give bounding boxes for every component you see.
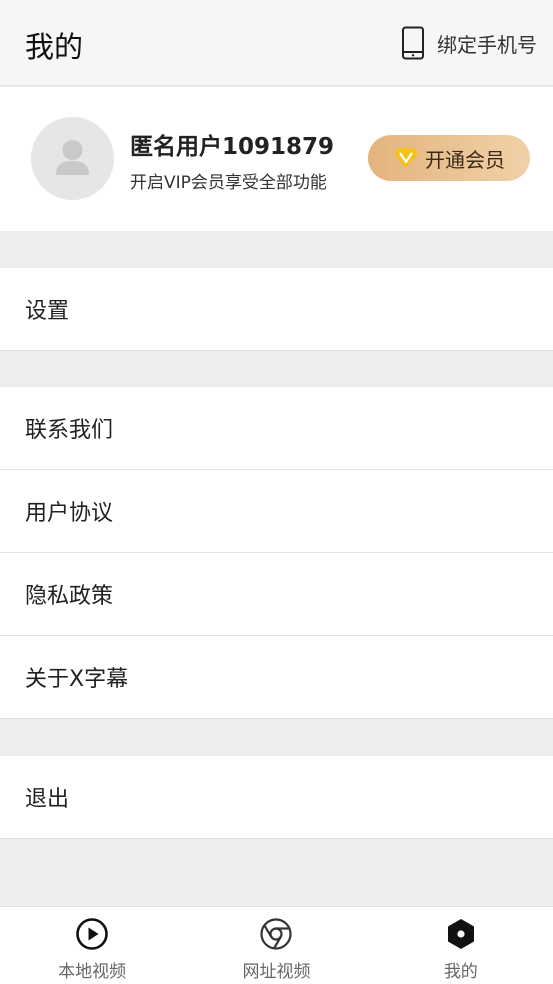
username: 匿名用户1091879 xyxy=(130,134,335,160)
bind-phone-label: 绑定手机号 xyxy=(437,32,537,57)
phone-icon xyxy=(402,26,424,60)
tab-label: 本地视频 xyxy=(58,962,127,982)
menu-item-settings[interactable]: 设置 xyxy=(0,268,553,351)
bottom-tab-bar: 本地视频 网址视频 我的 xyxy=(0,906,553,984)
menu-item-agreement[interactable]: 用户协议 xyxy=(0,470,553,553)
open-vip-button[interactable]: 开通会员 xyxy=(368,135,530,181)
profile-card[interactable]: 匿名用户1091879 开启VIP会员享受全部功能 开通会员 xyxy=(0,87,553,231)
page-title: 我的 xyxy=(25,30,84,64)
info-group: 联系我们 用户协议 隐私政策 关于X字幕 xyxy=(0,387,553,719)
tab-url-video[interactable]: 网址视频 xyxy=(184,907,368,984)
menu-item-logout[interactable]: 退出 xyxy=(0,756,553,839)
menu-item-about[interactable]: 关于X字幕 xyxy=(0,636,553,719)
top-bar: 我的 绑定手机号 xyxy=(0,0,553,86)
browser-icon xyxy=(260,918,293,950)
tab-label: 我的 xyxy=(443,962,478,982)
settings-group: 设置 xyxy=(0,268,553,351)
vip-promo-text: 开启VIP会员享受全部功能 xyxy=(130,173,327,193)
user-avatar-icon[interactable] xyxy=(31,117,114,200)
menu-item-contact[interactable]: 联系我们 xyxy=(0,387,553,470)
tab-mine[interactable]: 我的 xyxy=(369,907,553,984)
open-vip-label: 开通会员 xyxy=(425,147,505,172)
play-circle-icon xyxy=(76,918,108,950)
tab-label: 网址视频 xyxy=(242,962,311,982)
hexagon-dot-icon xyxy=(447,919,474,949)
menu-item-privacy[interactable]: 隐私政策 xyxy=(0,553,553,636)
diamond-v-icon xyxy=(394,148,418,168)
tab-local-video[interactable]: 本地视频 xyxy=(0,907,184,984)
logout-group: 退出 xyxy=(0,756,553,839)
bind-phone-button[interactable]: 绑定手机号 xyxy=(401,25,537,61)
